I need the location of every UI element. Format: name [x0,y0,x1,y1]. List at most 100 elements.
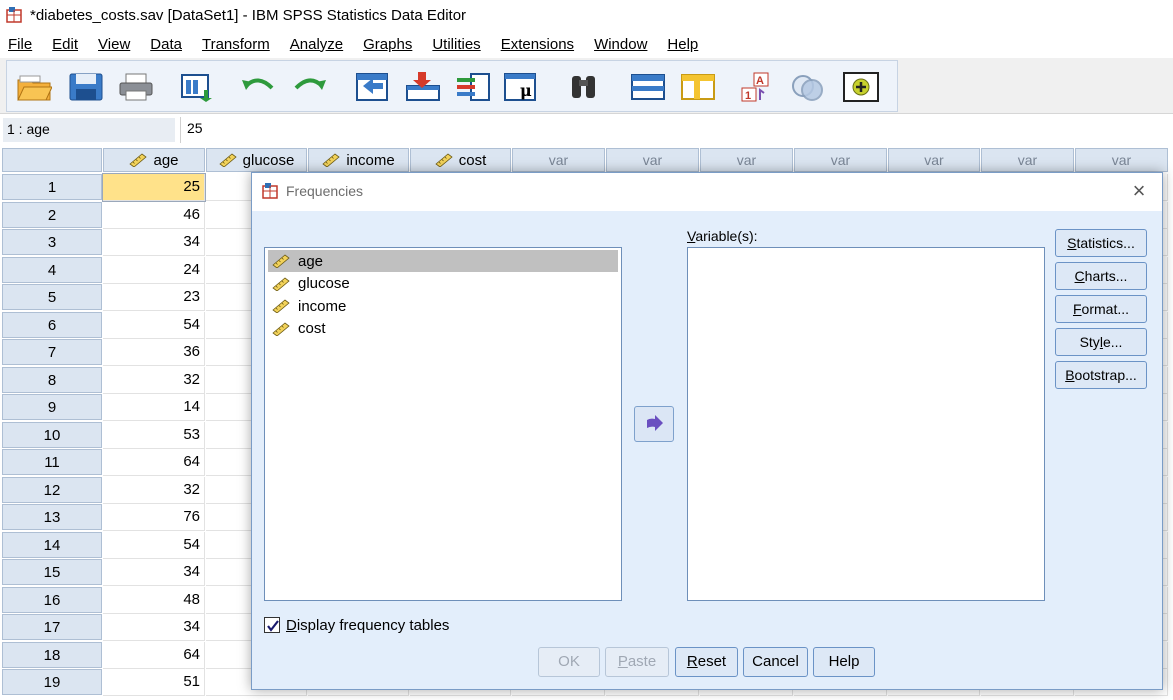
grid-cell-age[interactable]: 32 [103,366,205,394]
menu-file[interactable]: File [8,36,44,53]
grid-cell-age[interactable]: 64 [103,641,205,669]
column-header-glucose[interactable]: glucose [206,148,307,172]
close-icon[interactable]: × [1126,178,1152,204]
column-header-age[interactable]: age [103,148,205,172]
row-header[interactable]: 10 [2,421,102,448]
grid-cell-age[interactable]: 14 [103,394,205,421]
row-header[interactable]: 1 [2,174,102,200]
save-icon[interactable] [68,72,104,102]
style-button[interactable]: Style... [1055,328,1147,356]
source-variable-item[interactable]: income [268,295,618,317]
row-header[interactable]: 3 [2,229,102,255]
grid-corner[interactable] [2,148,102,172]
row-header[interactable]: 5 [2,284,102,310]
column-header-var[interactable]: var [888,148,980,172]
cancel-button[interactable]: Cancel [743,647,808,677]
menu-graphs[interactable]: Graphs [363,36,424,53]
insert-cases-icon[interactable] [630,72,666,102]
value-labels-icon[interactable]: A1 [740,72,776,102]
menu-edit[interactable]: Edit [52,36,90,53]
menu-transform[interactable]: Transform [202,36,282,53]
menu-analyze[interactable]: Analyze [290,36,355,53]
column-header-var[interactable]: var [606,148,699,172]
menu-extensions[interactable]: Extensions [501,36,586,53]
row-header[interactable]: 6 [2,311,102,338]
source-variable-item[interactable]: cost [268,318,618,340]
print-icon[interactable] [118,72,154,102]
insert-variable-icon[interactable] [680,72,716,102]
column-header-var[interactable]: var [1075,148,1168,172]
column-header-var[interactable]: var [700,148,793,172]
row-header[interactable]: 18 [2,641,102,668]
cell-value-input[interactable]: 25 [180,117,1170,143]
redo-icon[interactable] [292,72,328,102]
row-header[interactable]: 19 [2,669,102,695]
use-sets-icon[interactable] [790,72,826,102]
reset-button[interactable]: Reset [675,647,738,677]
format-button[interactable]: Format... [1055,295,1147,323]
row-header[interactable]: 11 [2,449,102,475]
grid-cell-age[interactable]: 34 [103,614,205,641]
row-header[interactable]: 17 [2,614,102,640]
grid-cell-age[interactable]: 25 [102,173,206,202]
run-descriptive-icon[interactable]: μ [503,72,539,102]
grid-cell-age[interactable]: 54 [103,311,205,339]
bootstrap-button[interactable]: Bootstrap... [1055,361,1147,389]
row-header[interactable]: 12 [2,476,102,503]
column-header-label: var [736,152,757,168]
row-header[interactable]: 16 [2,586,102,613]
column-header-cost[interactable]: cost [410,148,511,172]
menu-data[interactable]: Data [150,36,194,53]
go-to-case-icon[interactable] [355,72,391,102]
help-button[interactable]: Help [813,647,875,677]
grid-cell-age[interactable]: 64 [103,449,205,476]
target-variable-list[interactable] [687,247,1045,601]
open-data-icon[interactable] [16,72,53,102]
recall-dialog-icon[interactable] [180,72,216,102]
grid-cell-age[interactable]: 51 [103,669,205,696]
source-variable-item[interactable]: age [268,250,618,272]
row-header[interactable]: 7 [2,339,102,365]
row-header[interactable]: 8 [2,366,102,393]
column-header-var[interactable]: var [512,148,605,172]
ok-button[interactable]: OK [538,647,600,677]
grid-cell-age[interactable]: 34 [103,229,205,256]
paste-button[interactable]: Paste [605,647,669,677]
grid-cell-age[interactable]: 46 [103,201,205,229]
menu-utilities[interactable]: Utilities [432,36,492,53]
grid-cell-age[interactable]: 53 [103,421,205,449]
row-header[interactable]: 13 [2,504,102,530]
grid-cell-age[interactable]: 36 [103,339,205,366]
menu-window[interactable]: Window [594,36,659,53]
find-icon[interactable] [566,72,602,102]
source-variable-list[interactable]: age glucose income cost [264,247,622,601]
grid-cell-age[interactable]: 32 [103,476,205,504]
undo-icon[interactable] [240,72,276,102]
grid-cell-age[interactable]: 54 [103,531,205,559]
grid-cell-age[interactable]: 76 [103,504,205,531]
spelling-icon[interactable] [843,72,879,102]
grid-cell-age[interactable]: 48 [103,586,205,614]
grid-cell-age[interactable]: 34 [103,559,205,586]
menu-help[interactable]: Help [667,36,710,53]
display-frequency-tables-option[interactable]: Display frequency tables [264,615,449,635]
row-header[interactable]: 14 [2,531,102,558]
column-header-income[interactable]: income [308,148,409,172]
checkbox-label-mnemonic: D [286,616,297,634]
move-variable-button[interactable] [634,406,674,442]
variables-icon[interactable] [455,72,491,102]
charts-button[interactable]: Charts... [1055,262,1147,290]
grid-cell-age[interactable]: 24 [103,256,205,284]
row-header[interactable]: 15 [2,559,102,585]
display-frequency-tables-checkbox[interactable] [264,617,280,633]
row-header[interactable]: 4 [2,256,102,283]
source-variable-item[interactable]: glucose [268,273,618,295]
column-header-var[interactable]: var [981,148,1074,172]
menu-view[interactable]: View [98,36,142,53]
column-header-var[interactable]: var [794,148,887,172]
row-header[interactable]: 2 [2,201,102,228]
row-header[interactable]: 9 [2,394,102,420]
grid-cell-age[interactable]: 23 [103,284,205,311]
go-to-variable-icon[interactable] [405,72,441,102]
statistics-button[interactable]: Statistics... [1055,229,1147,257]
